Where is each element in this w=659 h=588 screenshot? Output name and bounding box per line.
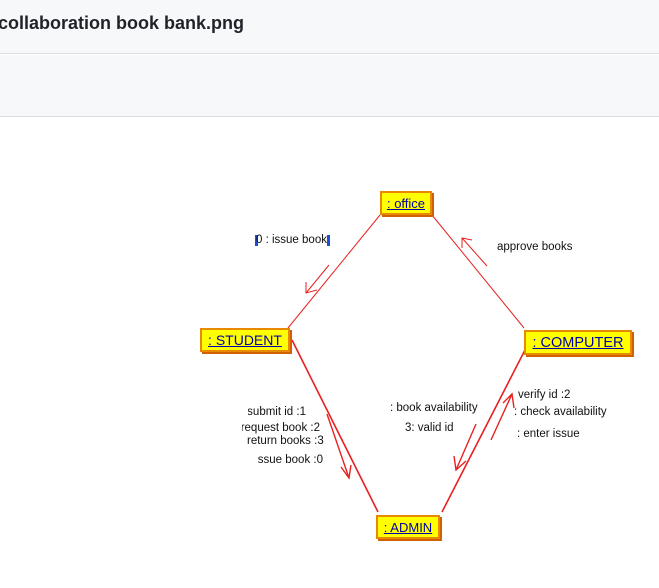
arrow-approve-books [461,237,488,267]
msg-issue-book-bottom: 0: issue book [257,454,323,466]
msg-valid-id: 3: valid id [405,422,454,434]
msg-enter-issue: : enter issue [517,428,580,440]
msg-return-books: 3: return books [247,435,324,447]
node-computer[interactable]: : COMPUTER [524,330,632,355]
msg-verify-id: 2: verify id [518,389,571,401]
msg-submit-id: 1: submit id [248,406,306,418]
arrow-student-to-admin [326,413,352,480]
selection-handle-right [327,235,330,246]
msg-book-availability: : book availability [390,402,478,414]
node-office[interactable]: : office [380,191,432,215]
arrow-admin-to-computer [490,392,515,441]
link-office-computer [431,214,525,329]
diagram-canvas: : office : STUDENT : COMPUTER : ADMIN 0 … [0,118,659,588]
node-computer-label: : COMPUTER [532,334,624,351]
msg-issue-book-top: 0 : issue book [256,234,327,246]
node-student[interactable]: : STUDENT [200,328,290,352]
node-admin[interactable]: : ADMIN [376,515,440,539]
node-office-label: : office [386,195,426,211]
file-toolbar [0,55,659,117]
node-student-label: : STUDENT [208,332,282,348]
file-title: collaboration book bank.png [0,13,245,33]
msg-check-availability: : check availability [514,406,607,418]
node-admin-label: : ADMIN [383,519,433,535]
arrow-issue-book-top [305,264,330,294]
file-header: collaboration book bank.png [0,0,659,54]
msg-approve-books: approve books [497,241,573,253]
msg-request-book: 2: request book [242,422,320,434]
link-office-student [287,214,381,329]
